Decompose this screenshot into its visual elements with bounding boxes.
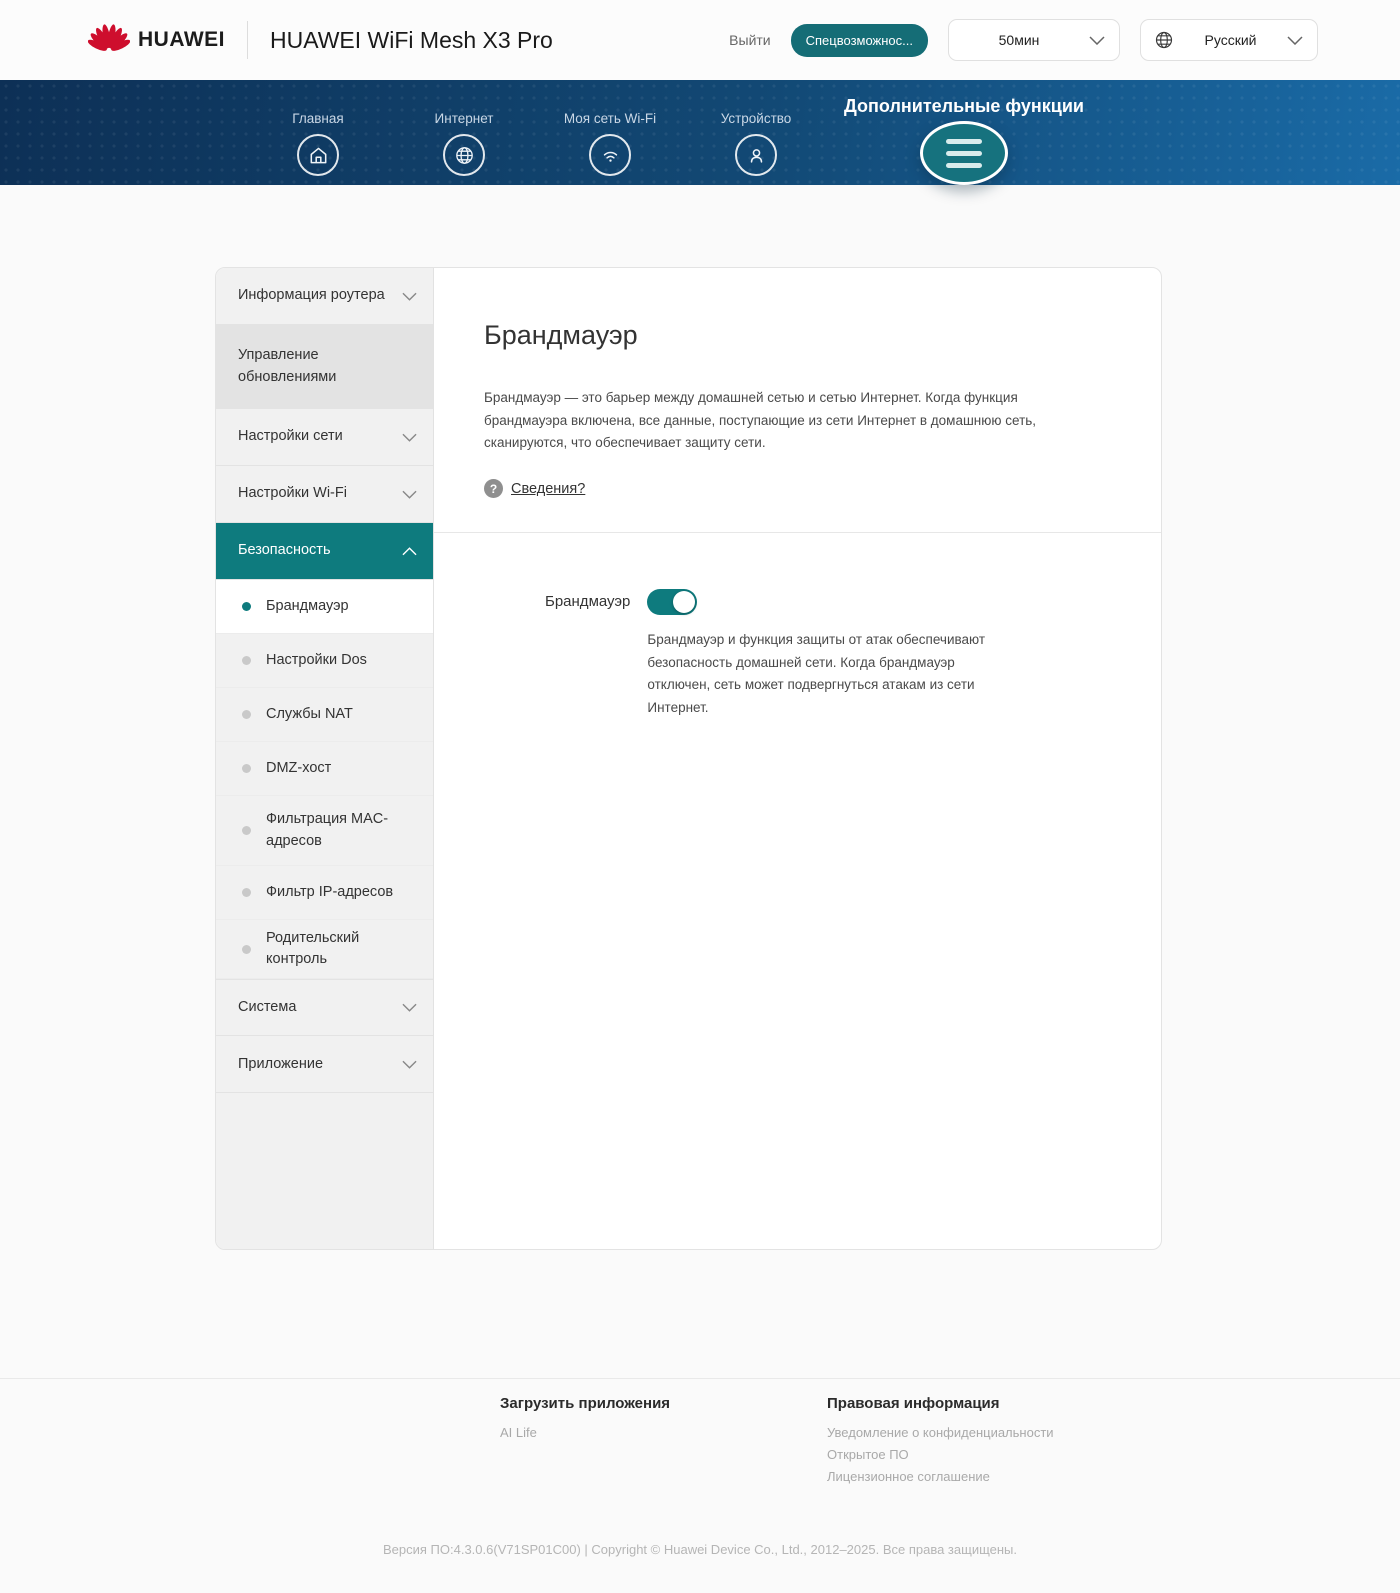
hamburger-menu-icon[interactable] <box>920 121 1008 185</box>
bullet-dot-icon <box>242 764 251 773</box>
footer-apps-column: Загрузить приложения AI Life <box>500 1395 750 1484</box>
page-title: Брандмауэр <box>484 320 638 350</box>
sidebar-item-label: Приложение <box>238 1055 324 1072</box>
firewall-toggle-note: Брандмауэр и функция защиты от атак обес… <box>647 632 986 716</box>
sidebar-subitem-label: Фильтрация MAC-адресов <box>266 811 389 849</box>
chevron-down-icon <box>402 1060 417 1069</box>
toggle-knob <box>673 591 696 614</box>
sidebar-item-label: Безопасность <box>238 542 331 559</box>
page-footer: Загрузить приложения AI Life Правовая ин… <box>0 1378 1400 1557</box>
sidebar-subitem-ip-filter[interactable]: Фильтр IP-адресов <box>216 866 433 920</box>
sidebar-subitem-label: Родительский контроль <box>266 930 360 968</box>
home-icon <box>297 134 339 176</box>
nav-item-label: Главная <box>292 111 344 126</box>
logout-link[interactable]: Выйти <box>729 32 770 48</box>
nav-item-my-wifi[interactable]: Моя сеть Wi-Fi <box>537 80 683 185</box>
chevron-down-icon <box>402 433 417 442</box>
sidebar-subitem-label: Настройки Dos <box>266 651 367 668</box>
footer-link-privacy[interactable]: Уведомление о конфиденциальности <box>827 1425 1054 1440</box>
bullet-dot-icon <box>242 888 251 897</box>
footer-apps-title: Загрузить приложения <box>500 1395 671 1412</box>
firewall-toggle-section: Брандмауэр Брандмауэр и функция защиты о… <box>484 589 1101 720</box>
wifi-icon <box>589 134 631 176</box>
sidebar-item-label: Настройки сети <box>238 428 343 445</box>
internet-globe-icon <box>443 134 485 176</box>
nav-item-label: Интернет <box>434 111 494 126</box>
nav-item-advanced-functions[interactable]: Дополнительные функции <box>829 80 1099 185</box>
sidebar-item-security[interactable]: Безопасность <box>216 523 433 580</box>
nav-item-internet[interactable]: Интернет <box>391 80 537 185</box>
chevron-down-icon <box>1089 35 1105 45</box>
app-header: HUAWEI HUAWEI WiFi Mesh X3 Pro Выйти Спе… <box>0 0 1400 80</box>
nav-item-label: Дополнительные функции <box>843 96 1084 116</box>
nav-item-home[interactable]: Главная <box>245 80 391 185</box>
sidebar-item-label: Система <box>238 999 297 1016</box>
nav-item-label: Устройство <box>720 111 792 126</box>
session-timeout-value: 50мин <box>998 32 1040 48</box>
globe-icon <box>1155 31 1173 49</box>
product-title: HUAWEI WiFi Mesh X3 Pro <box>270 26 553 53</box>
section-divider <box>434 532 1161 534</box>
header-divider <box>247 21 248 59</box>
accessibility-button[interactable]: Спецвозможнос... <box>790 23 928 57</box>
sidebar-item-network-settings[interactable]: Настройки сети <box>216 409 433 466</box>
device-user-icon <box>735 134 777 176</box>
nav-item-device[interactable]: Устройство <box>683 80 829 185</box>
chevron-down-icon <box>402 490 417 499</box>
sidebar-item-system[interactable]: Система <box>216 979 433 1037</box>
sidebar-item-label: Информация роутера <box>238 287 385 304</box>
sidebar-subitem-label: Фильтр IP-адресов <box>266 883 394 900</box>
sidebar-subitem-dmz-host[interactable]: DMZ-хост <box>216 742 433 796</box>
bullet-dot-icon <box>242 656 251 665</box>
footer-link-ai-life[interactable]: AI Life <box>500 1425 750 1440</box>
page-description: Брандмауэр — это барьер между домашней с… <box>484 390 1037 451</box>
sidebar-subitem-mac-filter[interactable]: Фильтрация MAC-адресов <box>216 796 433 866</box>
sidebar-subitem-nat-services[interactable]: Службы NAT <box>216 688 433 742</box>
content-panel: Информация роутера Управление обновления… <box>215 267 1162 1250</box>
bullet-dot-icon <box>242 826 251 835</box>
details-row: ? Сведения? <box>484 479 1101 499</box>
sidebar-subitem-firewall[interactable]: Брандмауэр <box>216 580 433 634</box>
bullet-dot-icon <box>242 944 251 954</box>
footer-legal-title: Правовая информация <box>827 1395 1000 1412</box>
nav-items: Главная Интернет Моя сеть Wi-Fi Устройст… <box>0 80 1400 185</box>
chevron-up-icon <box>402 546 417 555</box>
firewall-page: Брандмауэр Брандмауэр — это барьер между… <box>434 268 1161 1249</box>
header-actions: Выйти Спецвозможнос... 50мин Русский <box>729 19 1318 61</box>
question-mark-icon: ? <box>484 479 503 499</box>
sidebar-subitem-dos-settings[interactable]: Настройки Dos <box>216 634 433 688</box>
language-select[interactable]: Русский <box>1140 19 1318 61</box>
language-value: Русский <box>1204 32 1257 48</box>
primary-navbar: Главная Интернет Моя сеть Wi-Fi Устройст… <box>0 80 1400 185</box>
chevron-down-icon <box>402 292 417 301</box>
sidebar-item-label: Управление обновлениями <box>238 347 337 385</box>
sidebar-item-wifi-settings[interactable]: Настройки Wi-Fi <box>216 466 433 523</box>
sidebar-item-update-management[interactable]: Управление обновлениями <box>216 325 433 409</box>
brand-name: HUAWEI <box>138 28 225 51</box>
sidebar-item-label: Настройки Wi-Fi <box>238 485 347 502</box>
sidebar-item-router-info[interactable]: Информация роутера <box>216 268 433 325</box>
chevron-down-icon <box>402 1003 417 1012</box>
firewall-toggle-label: Брандмауэр <box>545 593 631 611</box>
sidebar-item-application[interactable]: Приложение <box>216 1036 433 1094</box>
footer-link-open-source[interactable]: Открытое ПО <box>827 1447 1054 1462</box>
huawei-logo: HUAWEI <box>88 21 225 59</box>
copyright-text: Версия ПО:4.3.0.6(V71SP01C00) | Copyrigh… <box>383 1542 1017 1557</box>
footer-legal-column: Правовая информация Уведомление о конфид… <box>827 1395 1054 1484</box>
bullet-dot-icon <box>242 710 251 719</box>
firewall-toggle[interactable] <box>647 589 698 616</box>
details-link[interactable]: Сведения? <box>511 481 585 497</box>
nav-item-label: Моя сеть Wi-Fi <box>563 111 657 126</box>
sidebar-subitem-parental-control[interactable]: Родительский контроль <box>216 920 433 980</box>
sidebar-subitem-label: Службы NAT <box>266 705 353 722</box>
chevron-down-icon <box>1287 35 1303 45</box>
huawei-flower-icon <box>88 24 130 51</box>
bullet-dot-icon <box>242 602 251 611</box>
settings-sidebar: Информация роутера Управление обновления… <box>216 268 434 1249</box>
session-timeout-select[interactable]: 50мин <box>948 19 1120 61</box>
sidebar-subitem-label: Брандмауэр <box>266 597 349 614</box>
sidebar-subitem-label: DMZ-хост <box>266 759 332 776</box>
footer-link-license[interactable]: Лицензионное соглашение <box>827 1469 1054 1484</box>
